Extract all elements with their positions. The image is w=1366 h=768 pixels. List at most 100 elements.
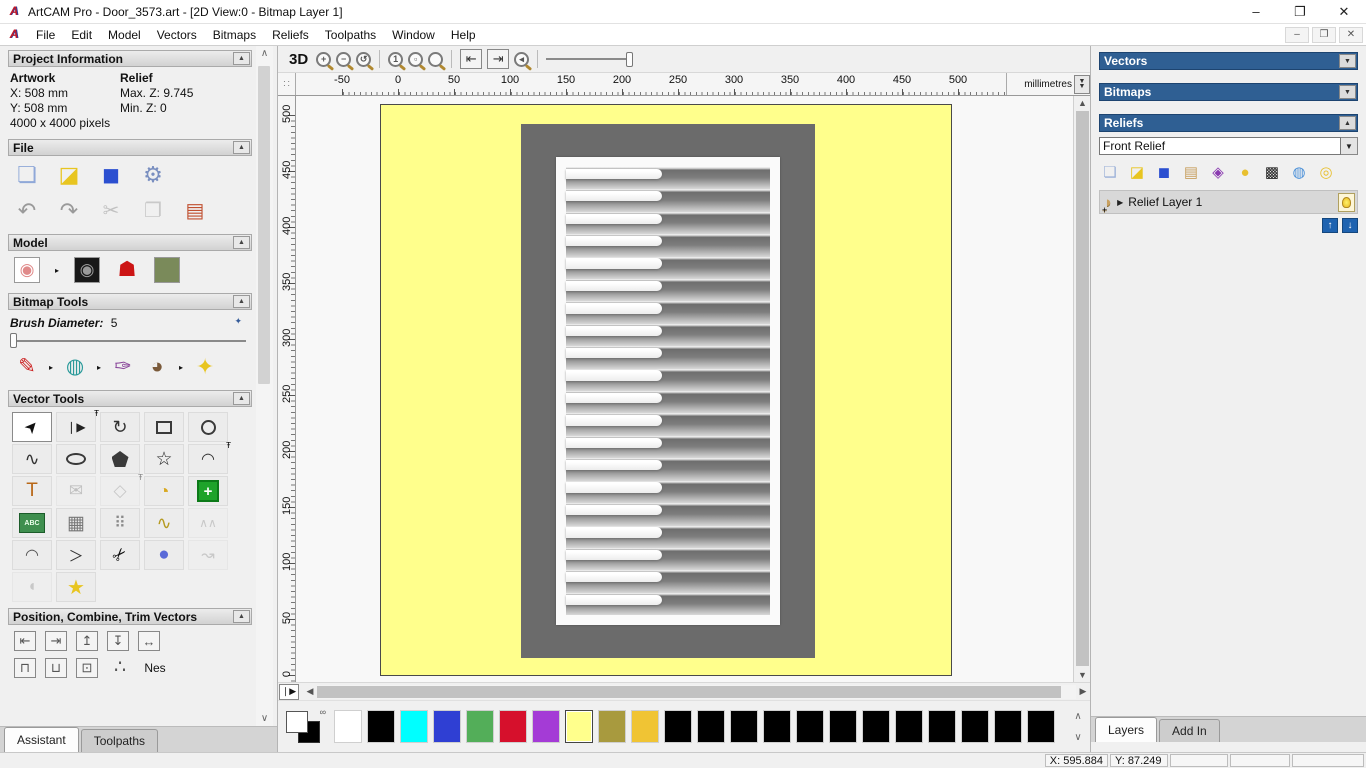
save-model-icon[interactable]: ◼ (98, 162, 124, 188)
tab-layers[interactable]: Layers (1095, 717, 1158, 742)
link-colours-icon[interactable]: ∞ (320, 707, 326, 717)
centre-in-page-h-icon[interactable]: ⊔ (45, 658, 67, 678)
align-top-icon[interactable]: ↥ (76, 631, 98, 651)
colour-swatch[interactable] (334, 710, 362, 743)
colour-swatch[interactable] (730, 710, 758, 743)
colour-swatch[interactable] (499, 710, 527, 743)
create-text-icon[interactable]: T (12, 476, 52, 506)
close-button[interactable]: ✕ (1322, 0, 1366, 24)
colour-swatch[interactable] (763, 710, 791, 743)
next-vector-button[interactable]: ⇥ (487, 49, 510, 69)
layer-visibility-icon[interactable]: ● (1236, 164, 1254, 182)
colour-swatch[interactable] (697, 710, 725, 743)
menu-vectors[interactable]: Vectors (149, 26, 205, 44)
relief-from-image-icon[interactable] (154, 257, 181, 283)
mdi-minimize-button[interactable]: – (1285, 26, 1309, 43)
menu-model[interactable]: Model (100, 26, 149, 44)
collapse-vector-tools-button[interactable]: ▲ (233, 392, 250, 405)
menu-help[interactable]: Help (443, 26, 484, 44)
collapse-model-button[interactable]: ▲ (233, 236, 250, 249)
paint-brush-icon[interactable]: ✎ (14, 354, 40, 380)
create-circle-icon[interactable] (188, 412, 228, 442)
tape-measure-icon[interactable]: ◔ (144, 476, 184, 506)
brush-diameter-slider[interactable] (8, 330, 252, 348)
brush-slider-handle[interactable] (10, 333, 17, 348)
colour-swatch[interactable] (532, 710, 560, 743)
paste-icon[interactable]: ▤ (182, 198, 208, 224)
collapse-project-info-button[interactable]: ▲ (233, 52, 250, 65)
colour-swatch[interactable] (862, 710, 890, 743)
toolbar-slider[interactable] (546, 51, 634, 67)
previous-vector-button[interactable]: ⇤ (460, 49, 483, 69)
zoom-previous-icon[interactable]: ↺ (356, 51, 372, 67)
colour-swatch[interactable] (433, 710, 461, 743)
scroll-up-icon[interactable]: ▲ (1074, 96, 1091, 110)
assistant-scrollbar-thumb[interactable] (258, 66, 270, 384)
flood-fill-icon[interactable]: ◍ (62, 354, 88, 380)
align-centre-icon[interactable]: ↔ (138, 631, 160, 651)
zoom-in-icon[interactable]: + (316, 51, 332, 67)
colour-swatch[interactable] (829, 710, 857, 743)
open-relief-icon[interactable]: ◪ (1128, 164, 1146, 182)
scroll-left-icon[interactable]: ◀ (303, 686, 317, 697)
collapse-position-button[interactable]: ▲ (233, 610, 250, 623)
relief-select-dropdown[interactable]: Front Relief ▼ (1099, 137, 1358, 155)
flyout-arrow-icon[interactable]: ▸ (97, 363, 101, 372)
assistant-scrollbar[interactable]: ∧ ∨ (256, 46, 273, 726)
canvas-hscrollbar[interactable]: ◀ ▶ (303, 684, 1090, 700)
centre-in-page-icon[interactable]: ⊡Ŧ (76, 46, 256, 678)
colour-swatch[interactable] (400, 710, 428, 743)
palette-scroll-up-icon[interactable]: ∧ (1070, 711, 1086, 722)
transform-vectors-icon[interactable]: ↻ (100, 412, 140, 442)
scroll-up-icon[interactable]: ∧ (256, 48, 273, 59)
zoom-out-icon[interactable]: − (336, 51, 352, 67)
nesting-icon[interactable]: Nes (142, 655, 168, 681)
vector-doctor-icon[interactable]: + (188, 476, 228, 506)
greyscale-from-model-icon[interactable]: ◉ (14, 257, 40, 283)
create-rectangle-icon[interactable] (144, 412, 184, 442)
menu-edit[interactable]: Edit (63, 26, 100, 44)
colour-swatch[interactable] (796, 710, 824, 743)
align-right-icon[interactable]: ⇥ (45, 631, 67, 651)
canvas-vscrollbar[interactable]: ▲ ▼ (1073, 96, 1090, 682)
move-layer-down-button[interactable]: ↓ (1342, 218, 1358, 233)
text-block-icon[interactable]: ABC (12, 508, 52, 538)
colour-swatch[interactable] (928, 710, 956, 743)
trim-vectors-icon[interactable]: ✂ (100, 540, 140, 570)
new-relief-layer-icon[interactable]: ❏ (1101, 164, 1119, 182)
flyout-arrow-icon[interactable]: ▸ (55, 266, 59, 275)
delete-relief-icon[interactable]: ◍ (1290, 164, 1308, 182)
open-model-icon[interactable]: ◪ (56, 162, 82, 188)
centre-in-page-v-icon[interactable]: ⊓ (14, 658, 36, 678)
toggle-bitmaps-button[interactable]: ▼ (1339, 85, 1356, 99)
menu-bitmaps[interactable]: Bitmaps (205, 26, 264, 44)
paste-along-curve-icon[interactable]: ∿ (144, 508, 184, 538)
move-layer-up-button[interactable]: ↑ (1322, 218, 1338, 233)
fit-arcs-icon[interactable]: ◠ (12, 540, 52, 570)
colour-swatch[interactable] (664, 710, 692, 743)
relief-layer-row[interactable]: ◗ + ▶ Relief Layer 1 (1099, 190, 1358, 215)
colour-swatch[interactable] (565, 710, 593, 743)
restore-button[interactable]: ❐ (1278, 0, 1322, 24)
collapse-bitmap-tools-button[interactable]: ▲ (233, 295, 250, 308)
view-3d-button[interactable]: 3D (286, 51, 311, 68)
colour-swatch[interactable] (895, 710, 923, 743)
align-left-icon[interactable]: ⇤ (14, 631, 36, 651)
artwork-area[interactable] (380, 104, 952, 676)
toggle-vectors-button[interactable]: ▼ (1339, 54, 1356, 68)
select-vectors-icon[interactable]: ➤ (12, 412, 52, 442)
ruler-origin-icon[interactable]: ∷ (278, 73, 296, 95)
flood-replace-icon[interactable]: ✦ (192, 354, 218, 380)
door-relief-bitmap[interactable] (521, 124, 815, 658)
lighting-lamp-icon[interactable]: ☗ (114, 257, 140, 283)
redo-icon[interactable]: ↷ (56, 198, 82, 224)
colour-swatch[interactable] (994, 710, 1022, 743)
create-ellipse-icon[interactable] (56, 444, 96, 474)
drawing-canvas[interactable] (296, 96, 1073, 682)
vector-texture-icon[interactable]: ★ (56, 572, 96, 602)
flyout-arrow-icon[interactable]: ▸ (49, 363, 53, 372)
scroll-down-icon[interactable]: ∨ (256, 713, 273, 724)
tab-toolpaths[interactable]: Toolpaths (80, 729, 159, 752)
create-arc-icon[interactable]: ◠ Ŧ (188, 441, 231, 474)
mdi-close-button[interactable]: ✕ (1339, 26, 1363, 43)
